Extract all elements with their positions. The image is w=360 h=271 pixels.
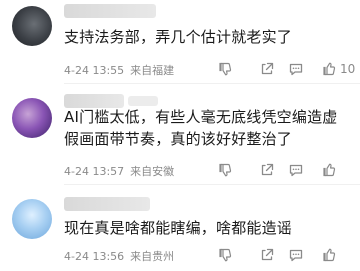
avatar[interactable] xyxy=(12,199,52,239)
comment-text: 支持法务部，弄几个估计就老实了 xyxy=(64,28,293,46)
like-count: 10 xyxy=(340,62,356,76)
comment-actions xyxy=(0,162,360,178)
username-blurred[interactable] xyxy=(64,197,150,211)
comment-actions xyxy=(0,247,360,263)
comment-text: AI门槛太低，有些人毫无底线凭空编造虚假画面带节奏，真的该好好整治了 xyxy=(64,108,338,148)
divider xyxy=(64,184,360,185)
dislike-icon[interactable] xyxy=(218,61,234,77)
comment-text: 现在真是啥都能瞎编，啥都能造谣 xyxy=(64,219,293,237)
comment-feed: 支持法务部，弄几个估计就老实了 4-24 13:55 来自福建 10 AI门槛太低… xyxy=(0,0,360,271)
avatar[interactable] xyxy=(12,98,52,138)
dislike-icon[interactable] xyxy=(218,247,234,263)
user-badge-blurred xyxy=(128,96,158,106)
like-icon[interactable] xyxy=(322,162,338,178)
reply-icon[interactable] xyxy=(288,247,304,263)
like-icon[interactable] xyxy=(322,61,338,77)
divider xyxy=(64,83,360,84)
dislike-icon[interactable] xyxy=(218,162,234,178)
username-blurred[interactable] xyxy=(64,4,156,18)
comment-actions: 10 xyxy=(0,61,360,77)
reply-icon[interactable] xyxy=(288,162,304,178)
share-icon[interactable] xyxy=(259,162,275,178)
like-icon[interactable] xyxy=(322,247,338,263)
share-icon[interactable] xyxy=(259,247,275,263)
reply-icon[interactable] xyxy=(288,61,304,77)
share-icon[interactable] xyxy=(259,61,275,77)
avatar[interactable] xyxy=(12,6,52,46)
